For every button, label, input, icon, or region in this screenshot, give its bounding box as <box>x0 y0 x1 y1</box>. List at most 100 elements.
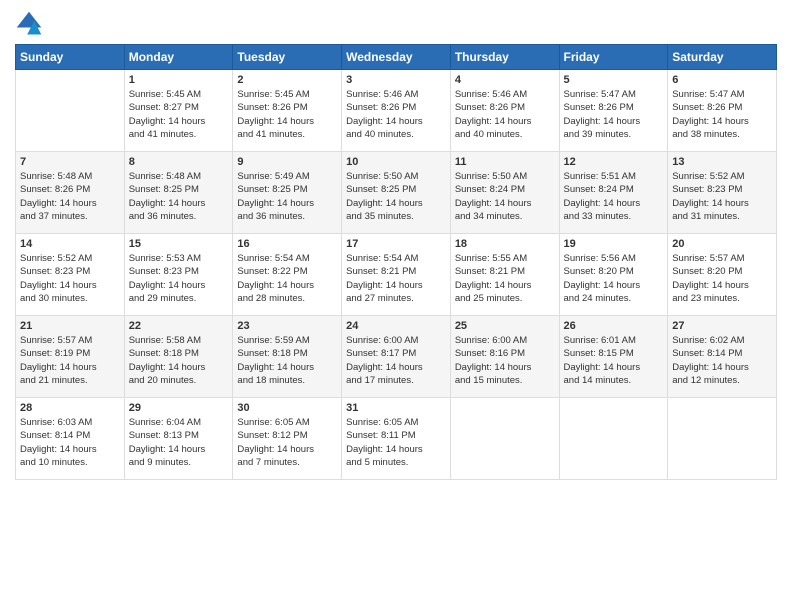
calendar-cell: 30 Sunrise: 6:05 AM Sunset: 8:12 PM Dayli… <box>233 398 342 480</box>
day-number: 16 <box>237 238 337 250</box>
logo <box>15 10 47 38</box>
calendar-cell: 14 Sunrise: 5:52 AM Sunset: 8:23 PM Dayli… <box>16 234 125 316</box>
day-info: Sunrise: 5:55 AM Sunset: 8:21 PM Dayligh… <box>455 252 555 305</box>
day-info: Sunrise: 6:05 AM Sunset: 8:11 PM Dayligh… <box>346 416 446 469</box>
day-info: Sunrise: 5:48 AM Sunset: 8:26 PM Dayligh… <box>20 170 120 223</box>
day-info: Sunrise: 5:56 AM Sunset: 8:20 PM Dayligh… <box>564 252 664 305</box>
day-info: Sunrise: 5:50 AM Sunset: 8:24 PM Dayligh… <box>455 170 555 223</box>
calendar-container: SundayMondayTuesdayWednesdayThursdayFrid… <box>0 0 792 490</box>
calendar-cell: 7 Sunrise: 5:48 AM Sunset: 8:26 PM Daylig… <box>16 152 125 234</box>
calendar-cell: 16 Sunrise: 5:54 AM Sunset: 8:22 PM Dayli… <box>233 234 342 316</box>
calendar-cell: 28 Sunrise: 6:03 AM Sunset: 8:14 PM Dayli… <box>16 398 125 480</box>
day-info: Sunrise: 6:03 AM Sunset: 8:14 PM Dayligh… <box>20 416 120 469</box>
day-number: 4 <box>455 74 555 86</box>
weekday-header-wednesday: Wednesday <box>342 45 451 70</box>
day-info: Sunrise: 5:47 AM Sunset: 8:26 PM Dayligh… <box>564 88 664 141</box>
day-number: 2 <box>237 74 337 86</box>
calendar-cell: 10 Sunrise: 5:50 AM Sunset: 8:25 PM Dayli… <box>342 152 451 234</box>
day-number: 17 <box>346 238 446 250</box>
day-number: 29 <box>129 402 229 414</box>
weekday-header-sunday: Sunday <box>16 45 125 70</box>
calendar-cell: 6 Sunrise: 5:47 AM Sunset: 8:26 PM Daylig… <box>668 70 777 152</box>
calendar-cell: 1Sunrise: 5:45 AM Sunset: 8:27 PM Daylig… <box>124 70 233 152</box>
day-info: Sunrise: 5:54 AM Sunset: 8:21 PM Dayligh… <box>346 252 446 305</box>
day-number: 13 <box>672 156 772 168</box>
calendar-cell: 26 Sunrise: 6:01 AM Sunset: 8:15 PM Dayli… <box>559 316 668 398</box>
day-number: 28 <box>20 402 120 414</box>
calendar-cell: 31 Sunrise: 6:05 AM Sunset: 8:11 PM Dayli… <box>342 398 451 480</box>
calendar-cell: 12Sunrise: 5:51 AM Sunset: 8:24 PM Dayli… <box>559 152 668 234</box>
day-info: Sunrise: 5:48 AM Sunset: 8:25 PM Dayligh… <box>129 170 229 223</box>
calendar-body: 1Sunrise: 5:45 AM Sunset: 8:27 PM Daylig… <box>16 70 777 480</box>
calendar-cell: 4 Sunrise: 5:46 AM Sunset: 8:26 PM Daylig… <box>450 70 559 152</box>
calendar-table: SundayMondayTuesdayWednesdayThursdayFrid… <box>15 44 777 480</box>
calendar-cell: 17 Sunrise: 5:54 AM Sunset: 8:21 PM Dayli… <box>342 234 451 316</box>
weekday-header-saturday: Saturday <box>668 45 777 70</box>
day-number: 14 <box>20 238 120 250</box>
calendar-cell <box>559 398 668 480</box>
day-number: 25 <box>455 320 555 332</box>
calendar-cell: 25 Sunrise: 6:00 AM Sunset: 8:16 PM Dayli… <box>450 316 559 398</box>
weekday-header-thursday: Thursday <box>450 45 559 70</box>
day-number: 30 <box>237 402 337 414</box>
day-number: 21 <box>20 320 120 332</box>
day-number: 31 <box>346 402 446 414</box>
calendar-cell: 19 Sunrise: 5:56 AM Sunset: 8:20 PM Dayli… <box>559 234 668 316</box>
day-info: Sunrise: 6:02 AM Sunset: 8:14 PM Dayligh… <box>672 334 772 387</box>
day-number: 8 <box>129 156 229 168</box>
calendar-week-2: 7 Sunrise: 5:48 AM Sunset: 8:26 PM Daylig… <box>16 152 777 234</box>
day-info: Sunrise: 5:46 AM Sunset: 8:26 PM Dayligh… <box>455 88 555 141</box>
day-info: Sunrise: 5:50 AM Sunset: 8:25 PM Dayligh… <box>346 170 446 223</box>
day-info: Sunrise: 5:57 AM Sunset: 8:20 PM Dayligh… <box>672 252 772 305</box>
day-info: Sunrise: 5:57 AM Sunset: 8:19 PM Dayligh… <box>20 334 120 387</box>
day-info: Sunrise: 5:45 AM Sunset: 8:26 PM Dayligh… <box>237 88 337 141</box>
day-number: 7 <box>20 156 120 168</box>
day-info: Sunrise: 6:00 AM Sunset: 8:16 PM Dayligh… <box>455 334 555 387</box>
day-info: Sunrise: 5:52 AM Sunset: 8:23 PM Dayligh… <box>672 170 772 223</box>
calendar-cell <box>450 398 559 480</box>
calendar-cell: 20 Sunrise: 5:57 AM Sunset: 8:20 PM Dayli… <box>668 234 777 316</box>
day-number: 22 <box>129 320 229 332</box>
day-number: 27 <box>672 320 772 332</box>
calendar-cell: 11Sunrise: 5:50 AM Sunset: 8:24 PM Dayli… <box>450 152 559 234</box>
day-number: 20 <box>672 238 772 250</box>
calendar-cell: 15 Sunrise: 5:53 AM Sunset: 8:23 PM Dayli… <box>124 234 233 316</box>
weekday-header-monday: Monday <box>124 45 233 70</box>
day-info: Sunrise: 5:53 AM Sunset: 8:23 PM Dayligh… <box>129 252 229 305</box>
calendar-cell: 27 Sunrise: 6:02 AM Sunset: 8:14 PM Dayli… <box>668 316 777 398</box>
calendar-cell: 29 Sunrise: 6:04 AM Sunset: 8:13 PM Dayli… <box>124 398 233 480</box>
day-info: Sunrise: 5:52 AM Sunset: 8:23 PM Dayligh… <box>20 252 120 305</box>
calendar-cell: 21 Sunrise: 5:57 AM Sunset: 8:19 PM Dayli… <box>16 316 125 398</box>
day-info: Sunrise: 6:00 AM Sunset: 8:17 PM Dayligh… <box>346 334 446 387</box>
day-number: 15 <box>129 238 229 250</box>
day-number: 26 <box>564 320 664 332</box>
day-number: 19 <box>564 238 664 250</box>
day-number: 1 <box>129 74 229 86</box>
day-number: 9 <box>237 156 337 168</box>
calendar-week-3: 14 Sunrise: 5:52 AM Sunset: 8:23 PM Dayli… <box>16 234 777 316</box>
day-info: Sunrise: 6:05 AM Sunset: 8:12 PM Dayligh… <box>237 416 337 469</box>
day-info: Sunrise: 5:46 AM Sunset: 8:26 PM Dayligh… <box>346 88 446 141</box>
calendar-cell: 18Sunrise: 5:55 AM Sunset: 8:21 PM Dayli… <box>450 234 559 316</box>
calendar-cell: 8 Sunrise: 5:48 AM Sunset: 8:25 PM Daylig… <box>124 152 233 234</box>
calendar-week-4: 21 Sunrise: 5:57 AM Sunset: 8:19 PM Dayli… <box>16 316 777 398</box>
day-info: Sunrise: 5:49 AM Sunset: 8:25 PM Dayligh… <box>237 170 337 223</box>
day-info: Sunrise: 5:58 AM Sunset: 8:18 PM Dayligh… <box>129 334 229 387</box>
calendar-cell: 2 Sunrise: 5:45 AM Sunset: 8:26 PM Daylig… <box>233 70 342 152</box>
weekday-header-friday: Friday <box>559 45 668 70</box>
day-info: Sunrise: 6:01 AM Sunset: 8:15 PM Dayligh… <box>564 334 664 387</box>
day-number: 24 <box>346 320 446 332</box>
calendar-cell: 13 Sunrise: 5:52 AM Sunset: 8:23 PM Dayli… <box>668 152 777 234</box>
calendar-header: SundayMondayTuesdayWednesdayThursdayFrid… <box>16 45 777 70</box>
weekday-header-tuesday: Tuesday <box>233 45 342 70</box>
day-number: 10 <box>346 156 446 168</box>
day-info: Sunrise: 5:54 AM Sunset: 8:22 PM Dayligh… <box>237 252 337 305</box>
day-info: Sunrise: 5:47 AM Sunset: 8:26 PM Dayligh… <box>672 88 772 141</box>
day-number: 5 <box>564 74 664 86</box>
day-info: Sunrise: 6:04 AM Sunset: 8:13 PM Dayligh… <box>129 416 229 469</box>
calendar-cell: 9 Sunrise: 5:49 AM Sunset: 8:25 PM Daylig… <box>233 152 342 234</box>
calendar-cell: 22 Sunrise: 5:58 AM Sunset: 8:18 PM Dayli… <box>124 316 233 398</box>
day-info: Sunrise: 5:51 AM Sunset: 8:24 PM Dayligh… <box>564 170 664 223</box>
calendar-cell <box>668 398 777 480</box>
day-number: 6 <box>672 74 772 86</box>
